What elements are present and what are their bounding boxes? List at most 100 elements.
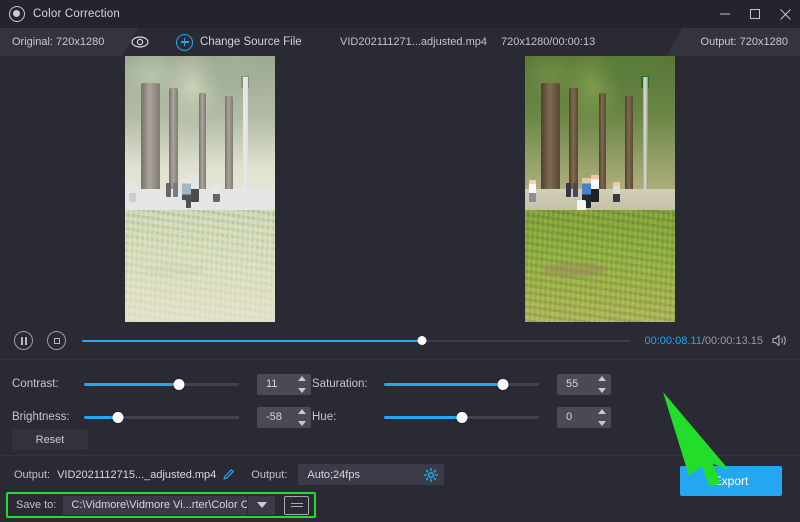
source-file-info: 720x1280/00:00:13: [501, 36, 595, 48]
folder-icon[interactable]: [284, 496, 309, 515]
adjustment-panel: Contrast: 11 Brightness: -58: [0, 361, 800, 456]
brightness-row: Brightness: -58: [12, 406, 311, 428]
brightness-slider[interactable]: [84, 410, 239, 424]
original-resolution-label: Original: 720x1280: [12, 36, 104, 48]
person-figure: [166, 183, 171, 197]
dirt-patch: [143, 263, 206, 276]
volume-icon[interactable]: [771, 333, 788, 348]
contrast-label: Contrast:: [12, 378, 84, 390]
hue-label: Hue:: [312, 411, 384, 423]
brightness-value: -58: [257, 411, 282, 423]
plus-circle-icon: [176, 34, 193, 51]
brightness-label: Brightness:: [12, 411, 84, 423]
slider-handle[interactable]: [173, 379, 184, 390]
output-format-field[interactable]: Auto;24fps: [298, 464, 444, 485]
export-button[interactable]: Export: [680, 466, 782, 496]
saturation-value: 55: [557, 378, 578, 390]
person-figure: [573, 183, 578, 197]
color-correction-icon: [9, 6, 25, 22]
original-video-frame: [125, 56, 275, 322]
person-figure: [613, 182, 620, 202]
source-file-meta: VID202111271...adjusted.mp4 720x1280/00:…: [340, 28, 595, 56]
pause-icon[interactable]: [14, 331, 33, 350]
stepper-down-icon[interactable]: [598, 388, 606, 393]
person-figure: [591, 175, 599, 202]
brightness-stepper[interactable]: -58: [257, 407, 311, 428]
change-source-file-button[interactable]: Change Source File: [176, 28, 302, 56]
stepper-up-icon[interactable]: [598, 376, 606, 381]
chevron-down-icon[interactable]: [247, 496, 275, 515]
stepper-arrows[interactable]: [298, 409, 306, 426]
hue-slider[interactable]: [384, 410, 539, 424]
dirt-patch: [543, 263, 606, 276]
slider-handle[interactable]: [113, 412, 124, 423]
total-time: 00:00:13.15: [705, 335, 763, 347]
corrected-preview: [525, 56, 675, 322]
save-to-label: Save to:: [16, 499, 56, 511]
person-figure: [191, 175, 199, 202]
contrast-stepper[interactable]: 11: [257, 374, 311, 395]
output-resolution-label: Output: 720x1280: [701, 36, 788, 48]
saturation-row: Saturation: 55: [312, 373, 611, 395]
stepper-arrows[interactable]: [598, 376, 606, 393]
original-resolution-tab: Original: 720x1280: [0, 28, 138, 56]
corrected-video-frame: [525, 56, 675, 322]
person-figure: [173, 183, 178, 197]
timecode: 00:00:08.11/00:00:13.15: [645, 335, 763, 347]
person-figure: [529, 180, 536, 202]
person-figure: [566, 183, 571, 197]
source-file-name: VID202111271...adjusted.mp4: [340, 36, 487, 48]
close-icon[interactable]: [770, 0, 800, 28]
stepper-down-icon[interactable]: [598, 421, 606, 426]
stepper-up-icon[interactable]: [298, 376, 306, 381]
preview-stage: [0, 56, 800, 322]
current-time: 00:00:08.11: [645, 335, 702, 347]
hue-row: Hue: 0: [312, 406, 611, 428]
sub-header: Original: 720x1280 Change Source File VI…: [0, 28, 800, 56]
person-figure: [213, 182, 220, 202]
saturation-stepper[interactable]: 55: [557, 374, 611, 395]
slider-fill: [384, 416, 462, 419]
stepper-up-icon[interactable]: [298, 409, 306, 414]
stepper-down-icon[interactable]: [298, 388, 306, 393]
save-to-path-field[interactable]: C:\Vidmore\Vidmore Vi...rter\Color Corre…: [63, 496, 247, 515]
hue-value: 0: [557, 411, 572, 423]
output-name-row: Output: VID2021112715..._adjusted.mp4 Ou…: [14, 464, 444, 485]
output-resolution-tab: Output: 720x1280: [667, 28, 800, 56]
seek-handle[interactable]: [418, 336, 427, 345]
stepper-down-icon[interactable]: [298, 421, 306, 426]
reset-button[interactable]: Reset: [12, 429, 88, 450]
change-source-file-label: Change Source File: [200, 36, 302, 48]
output-format-label: Output:: [251, 469, 287, 481]
contrast-value: 11: [257, 378, 277, 390]
window-controls: [710, 0, 800, 28]
saturation-label: Saturation:: [312, 378, 384, 390]
person-figure: [129, 180, 136, 202]
slider-fill: [384, 383, 503, 386]
stepper-up-icon[interactable]: [598, 409, 606, 414]
maximize-icon[interactable]: [740, 0, 770, 28]
slider-handle[interactable]: [456, 412, 467, 423]
eye-icon[interactable]: [130, 34, 150, 50]
stepper-arrows[interactable]: [598, 409, 606, 426]
hue-stepper[interactable]: 0: [557, 407, 611, 428]
pencil-icon[interactable]: [222, 468, 235, 481]
output-name-label: Output:: [14, 469, 50, 481]
save-to-row: Save to: C:\Vidmore\Vidmore Vi...rter\Co…: [6, 492, 316, 518]
save-to-path-value: C:\Vidmore\Vidmore Vi...rter\Color Corre…: [71, 499, 247, 511]
saturation-slider[interactable]: [384, 377, 539, 391]
original-preview: [125, 56, 275, 322]
contrast-row: Contrast: 11: [12, 373, 311, 395]
minimize-icon[interactable]: [710, 0, 740, 28]
seek-fill: [82, 340, 422, 343]
output-format-value: Auto;24fps: [307, 469, 360, 481]
contrast-slider[interactable]: [84, 377, 239, 391]
stepper-arrows[interactable]: [298, 376, 306, 393]
title-bar: Color Correction: [0, 0, 800, 28]
stop-icon[interactable]: [47, 331, 66, 350]
output-file-name: VID2021112715..._adjusted.mp4: [57, 469, 216, 481]
slider-handle[interactable]: [498, 379, 509, 390]
seek-bar[interactable]: [82, 333, 631, 349]
gear-icon[interactable]: [424, 468, 438, 482]
output-panel: Output: VID2021112715..._adjusted.mp4 Ou…: [0, 456, 800, 522]
